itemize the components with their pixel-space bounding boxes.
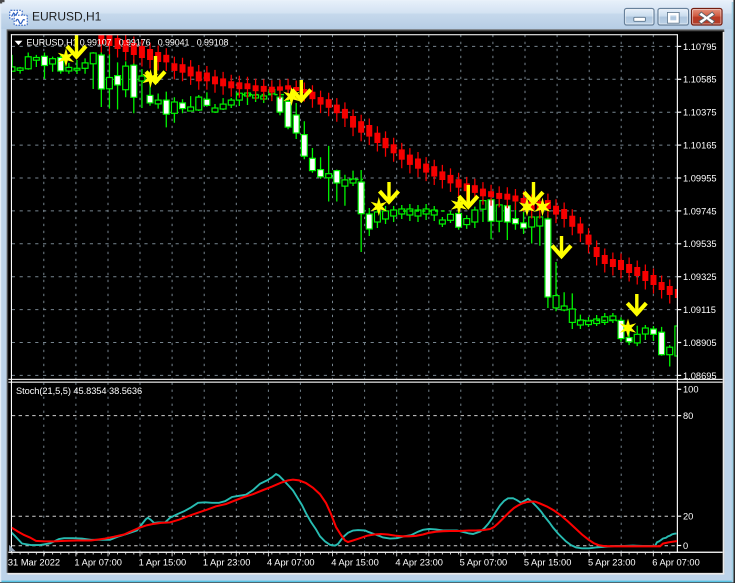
- svg-text:5 Apr 15:00: 5 Apr 15:00: [524, 558, 572, 568]
- svg-text:EURUSD,H1 0.99107 0.99176: EURUSD,H1 0.99107 0.99176 0.99041 0.9910…: [27, 37, 229, 47]
- svg-text:1 Apr 07:00: 1 Apr 07:00: [74, 558, 122, 568]
- svg-text:1.09325: 1.09325: [683, 272, 717, 282]
- svg-text:4 Apr 23:00: 4 Apr 23:00: [395, 558, 443, 568]
- svg-text:1.09955: 1.09955: [683, 173, 717, 183]
- svg-text:EURUSD,H1: EURUSD,H1: [32, 10, 102, 24]
- svg-text:1.10375: 1.10375: [683, 108, 717, 118]
- svg-text:31 Mar 2022: 31 Mar 2022: [8, 558, 60, 568]
- svg-text:1.08905: 1.08905: [683, 338, 717, 348]
- svg-text:100: 100: [683, 385, 699, 395]
- svg-text:5 Apr 07:00: 5 Apr 07:00: [460, 558, 508, 568]
- svg-text:1.09745: 1.09745: [683, 206, 717, 216]
- svg-text:4 Apr 15:00: 4 Apr 15:00: [331, 558, 379, 568]
- svg-text:1.08695: 1.08695: [683, 371, 717, 381]
- svg-text:1.10795: 1.10795: [683, 42, 717, 52]
- svg-text:1.09115: 1.09115: [683, 305, 716, 315]
- svg-text:0: 0: [683, 541, 688, 551]
- svg-text:5 Apr 23:00: 5 Apr 23:00: [588, 558, 636, 568]
- svg-text:80: 80: [683, 411, 693, 421]
- svg-text:4 Apr 07:00: 4 Apr 07:00: [267, 558, 315, 568]
- svg-text:1.10585: 1.10585: [683, 75, 717, 85]
- svg-text:Stoch(21,5,5) 45.8354 38.5636: Stoch(21,5,5) 45.8354 38.5636: [16, 386, 142, 396]
- svg-text:1 Apr 15:00: 1 Apr 15:00: [139, 558, 187, 568]
- svg-text:1.10165: 1.10165: [683, 141, 717, 151]
- svg-text:20: 20: [683, 512, 693, 522]
- svg-text:1 Apr 23:00: 1 Apr 23:00: [203, 558, 251, 568]
- svg-text:1.09535: 1.09535: [683, 239, 717, 249]
- svg-text:6 Apr 07:00: 6 Apr 07:00: [652, 558, 700, 568]
